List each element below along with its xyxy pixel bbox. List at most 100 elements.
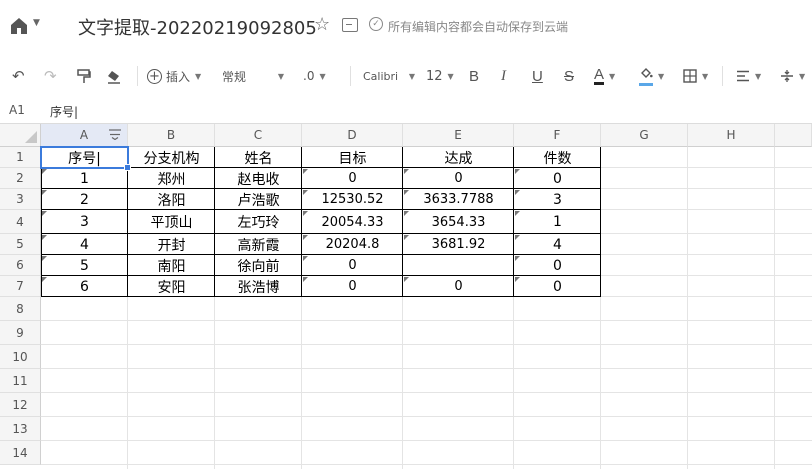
table-cell[interactable] [403, 255, 514, 276]
gridline-horizontal [41, 416, 812, 417]
column-header-e[interactable]: E [403, 124, 514, 147]
document-title[interactable]: 文字提取-20220219092805 [78, 14, 317, 40]
row-header-4[interactable]: 4 [0, 210, 41, 234]
number-format-dropdown[interactable]: 常规 ▼ [222, 64, 284, 88]
table-border-horizontal [41, 233, 601, 234]
row-header-3[interactable]: 3 [0, 189, 41, 210]
fill-handle[interactable] [124, 164, 131, 171]
table-cell[interactable]: 平顶山 [128, 210, 215, 234]
row-header-9[interactable]: 9 [0, 321, 41, 345]
column-header-b[interactable]: B [128, 124, 215, 147]
font-size-label: 12 [426, 68, 443, 84]
column-header-g[interactable]: G [601, 124, 688, 147]
move-to-folder-icon[interactable] [342, 18, 358, 32]
row-header-8[interactable]: 8 [0, 297, 41, 321]
table-cell[interactable]: 3654.33 [403, 210, 514, 234]
column-header-f[interactable]: F [514, 124, 601, 147]
table-cell[interactable]: 0 [514, 255, 601, 276]
home-icon[interactable] [9, 16, 29, 36]
gridline-horizontal [41, 392, 812, 393]
table-cell[interactable]: 0 [403, 168, 514, 189]
table-cell[interactable]: 徐向前 [215, 255, 302, 276]
row-header-11[interactable]: 11 [0, 369, 41, 393]
table-cell[interactable]: 达成 [403, 147, 514, 168]
table-cell[interactable]: 1 [41, 168, 128, 189]
table-cell[interactable]: 郑州 [128, 168, 215, 189]
chevron-down-icon[interactable]: ▼ [33, 18, 40, 28]
clear-format-icon[interactable] [106, 64, 122, 88]
underline-icon[interactable]: U [532, 64, 543, 88]
table-cell[interactable]: 20204.8 [302, 234, 403, 255]
column-header-h[interactable]: H [688, 124, 775, 147]
table-cell[interactable]: 0 [514, 276, 601, 297]
horizontal-align-button[interactable]: ▼ [736, 64, 761, 88]
table-cell[interactable]: 2 [41, 189, 128, 210]
table-cell[interactable]: 6 [41, 276, 128, 297]
spreadsheet-grid[interactable]: A B C D E F G H 1 2 3 4 5 6 7 8 9 10 11 12 13 14 序号| 分支机构 姓名 目标 达成… [0, 124, 812, 469]
table-cell[interactable]: 件数 [514, 147, 601, 168]
strikethrough-icon[interactable]: S [564, 64, 574, 88]
table-cell[interactable]: 分支机构 [128, 147, 215, 168]
table-cell[interactable]: 12530.52 [302, 189, 403, 210]
chevron-down-icon: ▼ [702, 71, 709, 81]
table-cell[interactable]: 0 [302, 255, 403, 276]
table-cell[interactable]: 1 [514, 210, 601, 234]
table-cell[interactable]: 3633.7788 [403, 189, 514, 210]
table-cell[interactable]: 洛阳 [128, 189, 215, 210]
table-cell[interactable]: 5 [41, 255, 128, 276]
column-header-a[interactable]: A [41, 124, 128, 147]
table-cell[interactable]: 姓名 [215, 147, 302, 168]
table-cell[interactable]: 0 [403, 276, 514, 297]
font-size-dropdown[interactable]: 12 ▼ [426, 64, 454, 88]
row-header-1[interactable]: 1 [0, 147, 41, 168]
table-cell[interactable]: 3681.92 [403, 234, 514, 255]
filter-icon[interactable] [109, 129, 121, 143]
table-cell[interactable]: 高新霞 [215, 234, 302, 255]
insert-button[interactable]: + 插入 ▼ [147, 64, 201, 88]
name-box[interactable]: A1 [9, 103, 25, 117]
table-cell[interactable]: 南阳 [128, 255, 215, 276]
fill-color-button[interactable]: ▼ [639, 64, 664, 88]
decimal-dropdown[interactable]: .0 ▼ [303, 64, 326, 88]
row-header-10[interactable]: 10 [0, 345, 41, 369]
italic-icon[interactable]: I [501, 64, 506, 88]
column-header-c[interactable]: C [215, 124, 302, 147]
table-cell[interactable]: 4 [514, 234, 601, 255]
text-number-indicator-icon [303, 235, 308, 240]
table-cell[interactable]: 赵电收 [215, 168, 302, 189]
table-cell[interactable]: 卢浩歌 [215, 189, 302, 210]
table-cell[interactable]: 3 [514, 189, 601, 210]
table-border-horizontal [41, 254, 601, 255]
row-header-5[interactable]: 5 [0, 234, 41, 255]
select-all-corner[interactable] [0, 124, 41, 147]
table-cell[interactable]: 张浩博 [215, 276, 302, 297]
table-cell[interactable]: 目标 [302, 147, 403, 168]
table-cell[interactable]: 0 [514, 168, 601, 189]
borders-button[interactable]: ▼ [683, 64, 708, 88]
table-cell[interactable]: 0 [302, 168, 403, 189]
row-header-13[interactable]: 13 [0, 417, 41, 441]
formula-input[interactable]: 序号| [50, 103, 78, 120]
table-cell[interactable]: 3 [41, 210, 128, 234]
row-header-12[interactable]: 12 [0, 393, 41, 417]
table-cell[interactable]: 20054.33 [302, 210, 403, 234]
star-icon[interactable]: ☆ [314, 14, 330, 35]
save-status-text: 所有编辑内容都会自动保存到云端 [388, 20, 569, 34]
row-header-2[interactable]: 2 [0, 168, 41, 189]
column-header-d[interactable]: D [302, 124, 403, 147]
vertical-align-button[interactable]: ▼ [780, 64, 805, 88]
row-header-7[interactable]: 7 [0, 276, 41, 297]
text-number-indicator-icon [515, 277, 520, 282]
font-family-dropdown[interactable]: Calibri ▼ [363, 64, 415, 88]
undo-icon[interactable]: ↶ [12, 64, 25, 88]
table-cell[interactable]: 开封 [128, 234, 215, 255]
bold-icon[interactable]: B [469, 64, 479, 88]
font-color-button[interactable]: A ▼ [594, 64, 615, 88]
table-cell[interactable]: 安阳 [128, 276, 215, 297]
table-cell[interactable]: 4 [41, 234, 128, 255]
table-cell[interactable]: 0 [302, 276, 403, 297]
table-cell[interactable]: 左巧玲 [215, 210, 302, 234]
redo-icon[interactable]: ↷ [44, 64, 57, 88]
format-painter-icon[interactable] [77, 64, 91, 88]
row-header-6[interactable]: 6 [0, 255, 41, 276]
